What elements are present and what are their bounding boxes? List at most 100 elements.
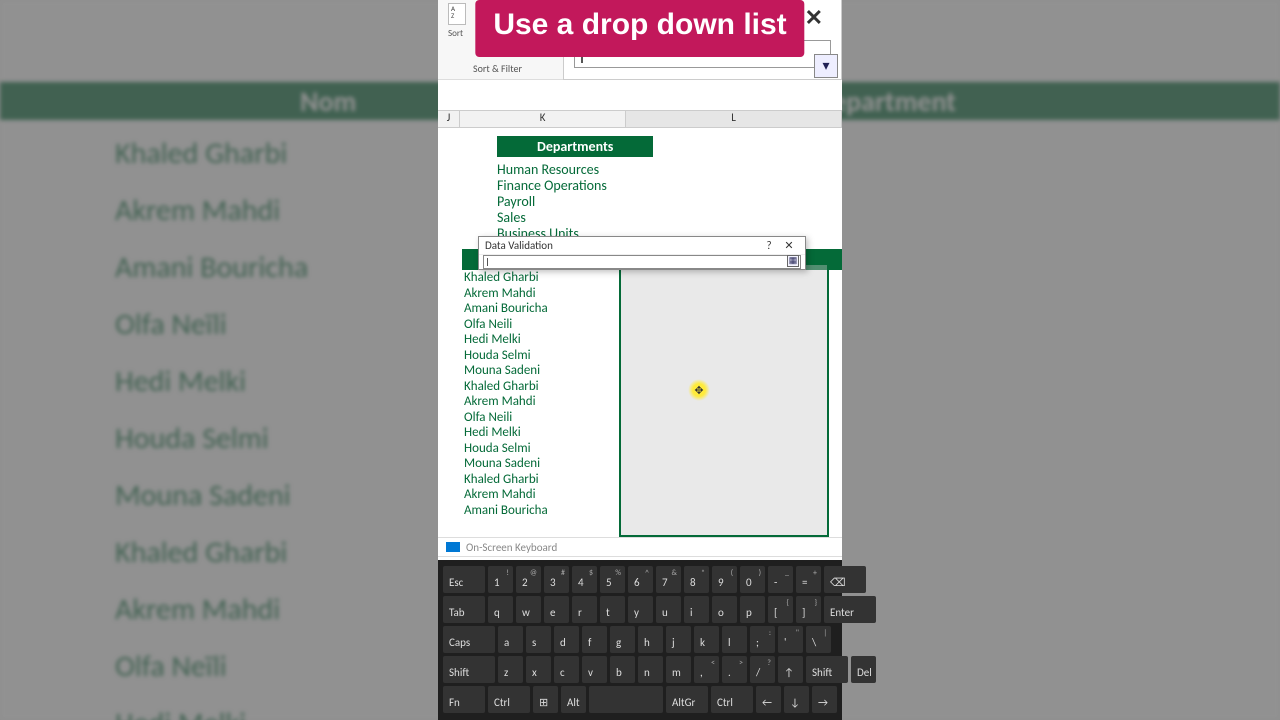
key-o[interactable]: o xyxy=(712,596,737,623)
key-v[interactable]: v xyxy=(582,656,607,683)
name-rows: Khaled GharbiAkrem MahdiAmani BourichaOl… xyxy=(464,270,842,518)
key-w[interactable]: w xyxy=(516,596,541,623)
key-9[interactable]: 9( xyxy=(712,566,737,593)
key-5[interactable]: 5% xyxy=(600,566,625,593)
key-p[interactable]: p xyxy=(740,596,765,623)
key-Shift[interactable]: Shift xyxy=(443,656,495,683)
table-row: Khaled Gharbi xyxy=(464,472,842,488)
key-↑[interactable]: ↑ xyxy=(778,656,803,683)
key-↓[interactable]: ↓ xyxy=(784,686,809,713)
key-l[interactable]: l xyxy=(722,626,747,653)
key-3[interactable]: 3# xyxy=(544,566,569,593)
key-Ctrl[interactable]: Ctrl xyxy=(488,686,530,713)
key-⊞[interactable]: ⊞ xyxy=(533,686,558,713)
collapse-icon[interactable]: ▾ xyxy=(814,54,838,78)
key-Del[interactable]: Del xyxy=(851,656,876,683)
table-row: Mouna Sadeni xyxy=(464,456,842,472)
key-.[interactable]: .> xyxy=(722,656,747,683)
key-backspace[interactable]: ⌫ xyxy=(824,566,866,593)
key-,[interactable]: ,< xyxy=(694,656,719,683)
center-panel: Sort Sort & Filter Data Tools Data Valid… xyxy=(438,0,842,720)
dv-close-icon[interactable]: ✕ xyxy=(779,239,799,252)
key-space[interactable] xyxy=(589,686,663,713)
key-/[interactable]: /? xyxy=(750,656,775,683)
key-Tab[interactable]: Tab xyxy=(443,596,485,623)
worksheet-area[interactable]: Departments Human ResourcesFinance Opera… xyxy=(462,128,842,537)
col-k[interactable]: K xyxy=(460,111,626,127)
key-8[interactable]: 8* xyxy=(684,566,709,593)
dv-collapse-icon[interactable]: ▦ xyxy=(787,255,799,267)
key-e[interactable]: e xyxy=(544,596,569,623)
key-Alt[interactable]: Alt xyxy=(561,686,586,713)
table-row: Akrem Mahdi xyxy=(464,394,842,410)
key-z[interactable]: z xyxy=(498,656,523,683)
key-2[interactable]: 2@ xyxy=(516,566,541,593)
group-sort-filter: Sort & Filter xyxy=(473,62,522,75)
sort-icon[interactable] xyxy=(448,3,466,25)
key-Fn[interactable]: Fn xyxy=(443,686,485,713)
key-n[interactable]: n xyxy=(638,656,663,683)
dv-titlebar: Data Validation ? ✕ xyxy=(479,237,805,255)
instruction-banner: Use a drop down list xyxy=(475,0,804,57)
key-m[interactable]: m xyxy=(666,656,691,683)
key-Enter[interactable]: Enter xyxy=(824,596,876,623)
table-row: Hedi Melki xyxy=(464,332,842,348)
key-f[interactable]: f xyxy=(582,626,607,653)
key-Ctrl[interactable]: Ctrl xyxy=(711,686,753,713)
table-row: Amani Bouricha xyxy=(464,301,842,317)
key-←[interactable]: ← xyxy=(756,686,781,713)
key-'[interactable]: '" xyxy=(778,626,803,653)
key-t[interactable]: t xyxy=(600,596,625,623)
table-row: Hedi Melki xyxy=(464,425,842,441)
dv-source-input[interactable] xyxy=(483,255,801,269)
key-4[interactable]: 4$ xyxy=(572,566,597,593)
on-screen-keyboard: Esc1!2@3#4$5%6^7&8*9(0)-_=+⌫ Tabqwertyui… xyxy=(438,560,842,720)
key-r[interactable]: r xyxy=(572,596,597,623)
key-1[interactable]: 1! xyxy=(488,566,513,593)
key-q[interactable]: q xyxy=(488,596,513,623)
key-a[interactable]: a xyxy=(498,626,523,653)
key-→[interactable]: → xyxy=(812,686,837,713)
department-item: Finance Operations xyxy=(497,177,842,193)
table-row: Mouna Sadeni xyxy=(464,363,842,379)
key-=[interactable]: =+ xyxy=(796,566,821,593)
key-0[interactable]: 0) xyxy=(740,566,765,593)
top-dialog-close-icon[interactable]: ✕ xyxy=(805,4,823,31)
key-7[interactable]: 7& xyxy=(656,566,681,593)
key-c[interactable]: c xyxy=(554,656,579,683)
table-row: Akrem Mahdi xyxy=(464,286,842,302)
key-b[interactable]: b xyxy=(610,656,635,683)
key-u[interactable]: u xyxy=(656,596,681,623)
key-k[interactable]: k xyxy=(694,626,719,653)
osk-titlebar[interactable]: On-Screen Keyboard xyxy=(438,537,842,557)
table-row: Khaled Gharbi xyxy=(464,379,842,395)
sort-label: Sort xyxy=(448,28,463,39)
key-j[interactable]: j xyxy=(666,626,691,653)
osk-icon xyxy=(446,542,460,552)
key-Caps[interactable]: Caps xyxy=(443,626,495,653)
key-g[interactable]: g xyxy=(610,626,635,653)
key-h[interactable]: h xyxy=(638,626,663,653)
key-s[interactable]: s xyxy=(526,626,551,653)
key-Esc[interactable]: Esc xyxy=(443,566,485,593)
dv-help-icon[interactable]: ? xyxy=(759,239,779,252)
department-item: Payroll xyxy=(497,193,842,209)
key-x[interactable]: x xyxy=(526,656,551,683)
col-l[interactable]: L xyxy=(626,111,842,127)
key-d[interactable]: d xyxy=(554,626,579,653)
col-j[interactable]: J xyxy=(438,111,460,127)
key-\[interactable]: \| xyxy=(806,626,831,653)
key-y[interactable]: y xyxy=(628,596,653,623)
key-AltGr[interactable]: AltGr xyxy=(666,686,708,713)
key-i[interactable]: i xyxy=(684,596,709,623)
key-][interactable]: ]} xyxy=(796,596,821,623)
key-;[interactable]: ;: xyxy=(750,626,775,653)
key-[[interactable]: [{ xyxy=(768,596,793,623)
key--[interactable]: -_ xyxy=(768,566,793,593)
key-6[interactable]: 6^ xyxy=(628,566,653,593)
table-row: Amani Bouricha xyxy=(464,503,842,519)
key-Shift[interactable]: Shift xyxy=(806,656,848,683)
data-validation-dialog[interactable]: Data Validation ? ✕ ▦ xyxy=(478,236,806,270)
table-row: Olfa Neili xyxy=(464,410,842,426)
cursor-highlight: ✥ xyxy=(688,379,710,401)
